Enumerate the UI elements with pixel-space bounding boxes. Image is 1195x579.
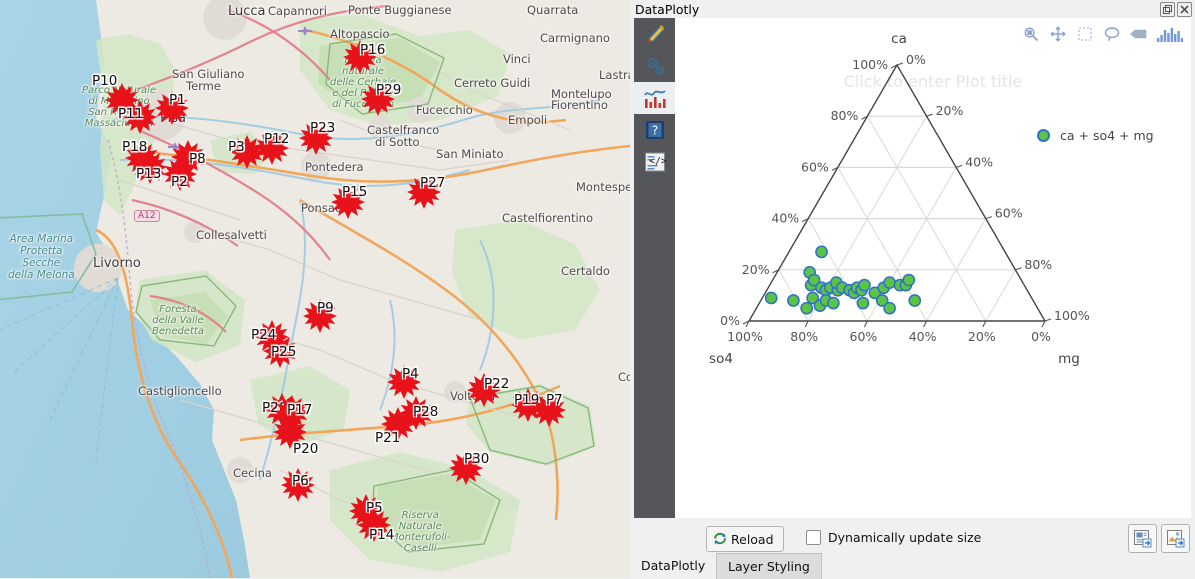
ternary-axis-titles: ca so4 mg	[709, 31, 1080, 367]
map-basemap	[0, 0, 630, 578]
plot-properties-icon[interactable]	[634, 18, 675, 50]
ternary-point[interactable]	[908, 294, 922, 307]
application-window: Lucca Capannori Ponte Buggianese Quarrata Al…	[0, 0, 1195, 579]
refresh-icon	[714, 532, 727, 545]
help-icon[interactable]: ?	[634, 114, 675, 146]
ternary-plot[interactable]: 0%20%40%60%80%100% 0%20%40%60%80%100%0%20…	[675, 18, 1191, 518]
reload-button[interactable]: Reload	[706, 526, 784, 552]
undock-icon[interactable]	[1160, 2, 1175, 17]
ternary-point[interactable]	[800, 301, 814, 315]
svg-text:80%: 80%	[1024, 257, 1052, 272]
svg-text:20%: 20%	[742, 262, 770, 277]
ternary-point[interactable]	[815, 245, 828, 259]
ternary-data-points[interactable]	[764, 245, 922, 315]
ternary-point[interactable]	[764, 291, 778, 305]
tab-dataplotly[interactable]: DataPlotly	[630, 553, 717, 578]
tab-dataplotly-label: DataPlotly	[641, 558, 706, 573]
tab-layer-styling-label: Layer Styling	[728, 559, 810, 574]
ternary-point[interactable]	[902, 273, 916, 287]
svg-text:0%: 0%	[720, 313, 740, 328]
export-html-button[interactable]	[1128, 524, 1157, 553]
svg-text:ca: ca	[891, 31, 907, 47]
svg-text:?: ?	[651, 124, 657, 138]
export-html-icon	[1134, 530, 1152, 548]
tab-layer-styling[interactable]: Layer Styling	[716, 553, 822, 579]
ternary-point[interactable]	[858, 278, 871, 292]
svg-text:80%: 80%	[831, 108, 859, 123]
svg-text:40%: 40%	[909, 329, 937, 344]
svg-text:60%: 60%	[995, 206, 1023, 221]
plot-legend[interactable]: ca + so4 + mg	[1037, 128, 1154, 143]
svg-text:</>: </>	[649, 156, 666, 167]
svg-text:100%: 100%	[1054, 308, 1090, 323]
dynamic-size-checkbox[interactable]: Dynamically update size	[806, 530, 981, 545]
plot-bottom-bar: Reload Dynamically update size	[675, 518, 1191, 558]
dock-title-bar: DataPlotly	[630, 0, 1195, 18]
plot-settings-icon[interactable]	[634, 50, 675, 82]
code-icon[interactable]: </>	[634, 146, 675, 178]
dock-body: ? </> Click to enter Plot title 0% 20% 4…	[630, 18, 1195, 558]
svg-text:60%: 60%	[801, 159, 829, 174]
svg-text:20%: 20%	[936, 103, 964, 118]
dock-tab-strip[interactable]: DataPlotly Layer Styling	[630, 553, 1195, 579]
dynamic-size-label: Dynamically update size	[828, 530, 982, 545]
close-icon[interactable]	[1177, 2, 1192, 17]
svg-text:80%: 80%	[790, 329, 818, 344]
svg-text:20%: 20%	[968, 329, 996, 344]
dock-title-label: DataPlotly	[635, 1, 700, 17]
dock-icon-rail: ? </>	[634, 18, 675, 518]
reload-button-label: Reload	[731, 531, 774, 547]
checkbox-box[interactable]	[806, 530, 821, 545]
svg-text:100%: 100%	[727, 329, 763, 344]
plot-view-icon[interactable]	[634, 82, 675, 114]
legend-marker-icon	[1037, 129, 1050, 142]
svg-text:100%: 100%	[852, 57, 888, 72]
svg-text:40%: 40%	[965, 154, 993, 169]
ternary-point[interactable]	[827, 296, 840, 310]
svg-text:60%: 60%	[850, 329, 878, 344]
ternary-point[interactable]	[883, 301, 896, 315]
ternary-point[interactable]	[856, 296, 870, 310]
dataplotly-dock-panel: DataPlotly ? </> Click to enter Plot tit…	[630, 0, 1195, 579]
map-canvas[interactable]: Lucca Capannori Ponte Buggianese Quarrata Al…	[0, 0, 630, 578]
svg-text:mg: mg	[1058, 351, 1080, 367]
legend-entry-label: ca + so4 + mg	[1060, 128, 1154, 143]
export-image-button[interactable]	[1161, 524, 1190, 553]
ternary-point[interactable]	[883, 276, 896, 289]
plot-area[interactable]: Click to enter Plot title 0% 20% 40% 60% 80%…	[675, 18, 1191, 518]
svg-text:so4: so4	[709, 351, 733, 367]
export-image-icon	[1167, 530, 1185, 548]
svg-text:0%: 0%	[1031, 329, 1051, 344]
ternary-point[interactable]	[787, 294, 800, 307]
svg-text:40%: 40%	[771, 211, 799, 226]
svg-text:0%: 0%	[906, 52, 926, 67]
